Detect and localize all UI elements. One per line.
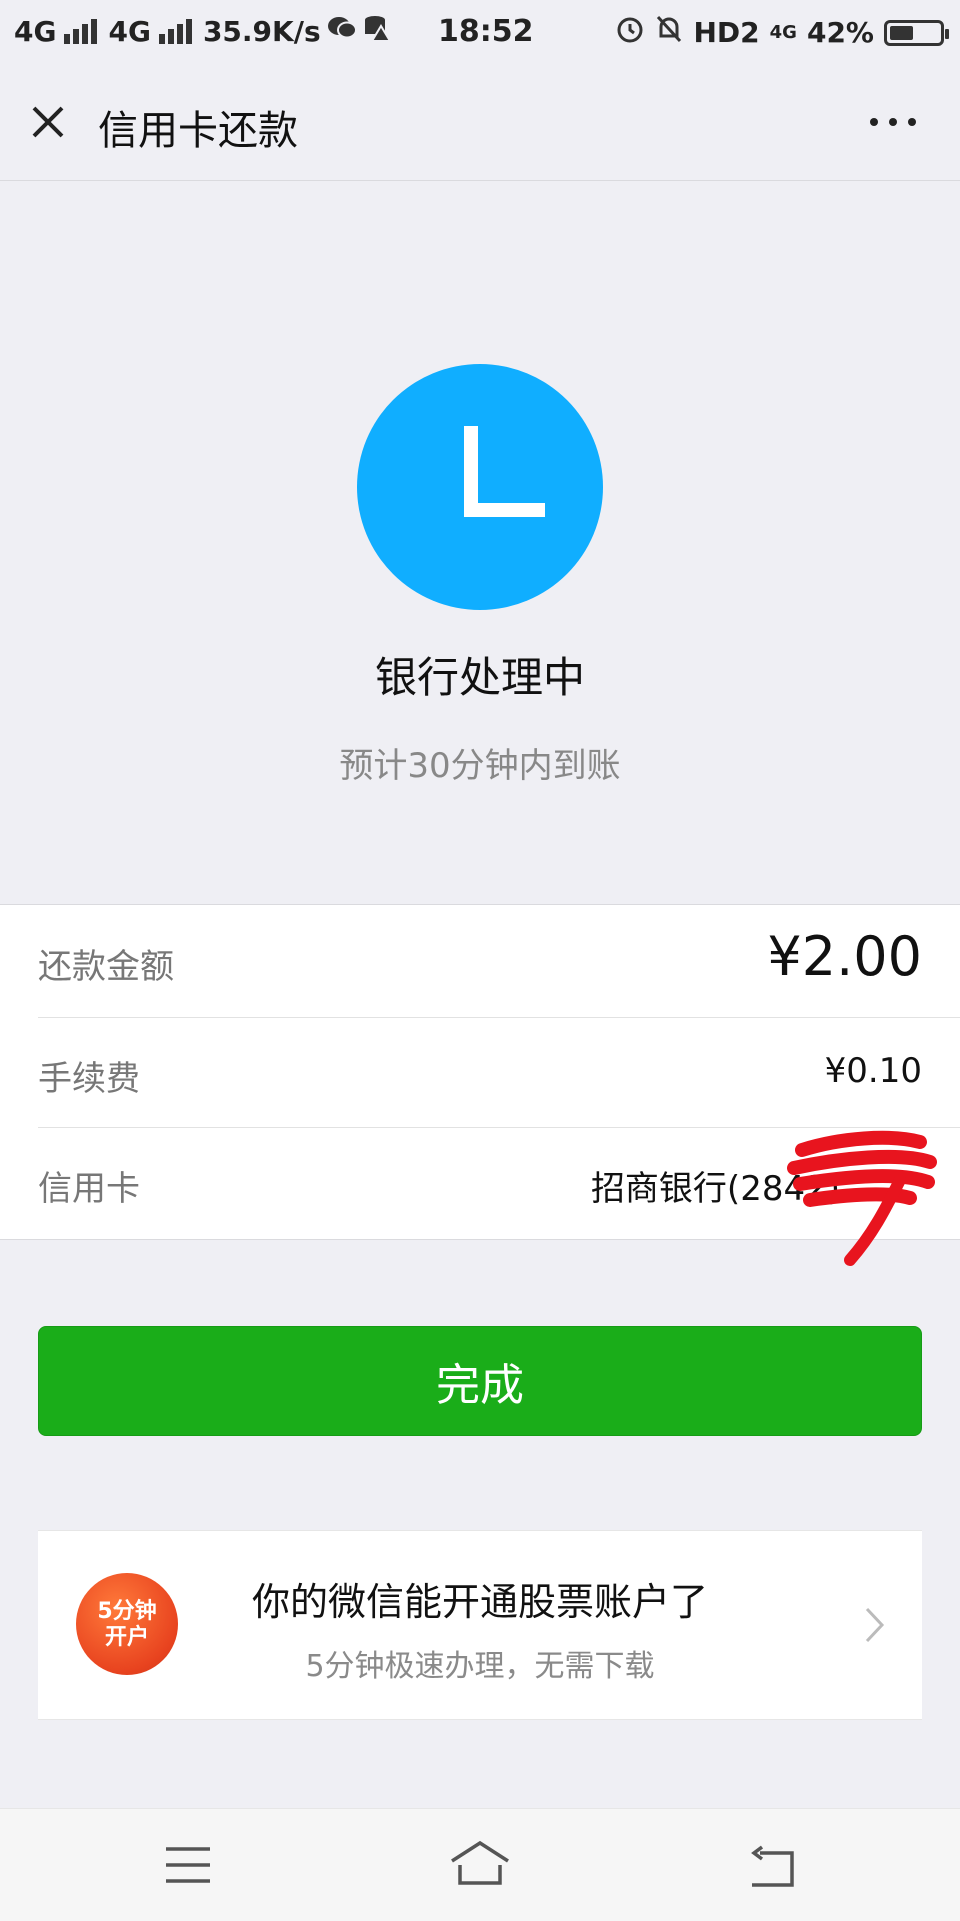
status-subtitle: 预计30分钟内到账 bbox=[339, 746, 621, 786]
more-icon[interactable] bbox=[868, 110, 918, 134]
signal-icon bbox=[62, 18, 102, 46]
amount-label: 还款金额 bbox=[38, 947, 174, 987]
home-icon[interactable] bbox=[448, 1839, 512, 1887]
mute-icon bbox=[655, 14, 683, 51]
fee-value: ¥0.10 bbox=[824, 1051, 922, 1091]
done-button[interactable]: 完成 bbox=[38, 1326, 922, 1436]
detail-row-fee: 手续费 ¥0.10 bbox=[38, 1017, 960, 1128]
status-bar-right: HD2 4G 42% bbox=[615, 14, 949, 51]
redaction-scribble bbox=[780, 1120, 940, 1270]
promo-title: 你的微信能开通股票账户了 bbox=[251, 1580, 708, 1624]
signal-icon bbox=[157, 18, 197, 46]
status-bar-left: 4G 4G 35.9K/s bbox=[14, 14, 392, 49]
close-icon[interactable] bbox=[26, 100, 70, 144]
battery-icon bbox=[884, 19, 949, 46]
clock-icon bbox=[357, 364, 603, 610]
promo-subtitle: 5分钟极速办理，无需下载 bbox=[305, 1649, 655, 1684]
title-bar: 信用卡还款 bbox=[0, 66, 960, 181]
network-speed: 35.9K/s bbox=[202, 15, 321, 48]
back-icon[interactable] bbox=[746, 1845, 796, 1889]
system-nav-bar bbox=[0, 1808, 960, 1921]
storage-warning-icon bbox=[363, 14, 392, 49]
chevron-right-icon bbox=[864, 1605, 886, 1645]
lte-label: 4G bbox=[769, 22, 797, 43]
fee-label: 手续费 bbox=[38, 1059, 140, 1099]
card-label: 信用卡 bbox=[38, 1169, 140, 1209]
detail-row-amount: 还款金额 ¥2.00 bbox=[38, 905, 960, 1018]
network-label-2: 4G bbox=[108, 15, 151, 48]
network-label-1: 4G bbox=[14, 15, 57, 48]
menu-icon[interactable] bbox=[164, 1845, 212, 1885]
status-bar: 4G 4G 35.9K/s 18:52 HD2 4G 42% bbox=[0, 0, 960, 66]
promo-card[interactable]: 5分钟 开户 你的微信能开通股票账户了 5分钟极速办理，无需下载 bbox=[38, 1530, 922, 1720]
page-title: 信用卡还款 bbox=[98, 108, 298, 154]
amount-value: ¥2.00 bbox=[767, 925, 922, 988]
alarm-icon bbox=[615, 14, 645, 51]
hd-label: HD2 bbox=[693, 16, 760, 49]
clock: 18:52 bbox=[438, 14, 534, 49]
wechat-icon bbox=[327, 15, 357, 48]
battery-label: 42% bbox=[806, 16, 874, 49]
status-title: 银行处理中 bbox=[374, 653, 585, 702]
